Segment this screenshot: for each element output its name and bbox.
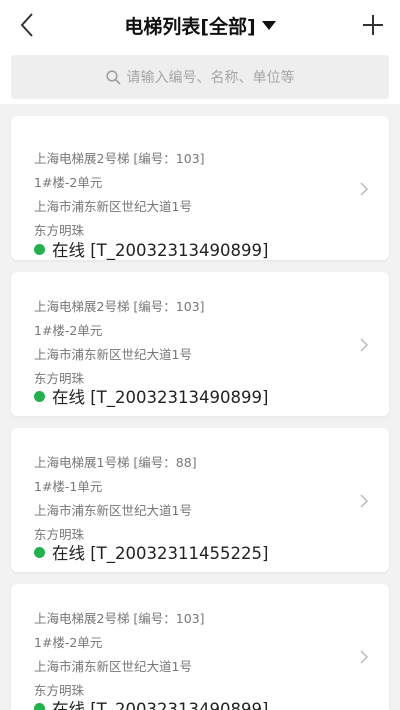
chevron-right-icon: [360, 182, 369, 196]
elevator-unit: 1#楼-1单元: [34, 479, 103, 494]
status-text: 在线 [T_20032313490899]: [52, 241, 269, 260]
elevator-address: 上海市浦东新区世纪大道1号: [34, 199, 192, 214]
online-status-dot: [34, 547, 45, 558]
elevator-card[interactable]: 上海电梯展2号梯 [编号：103] 1#楼-2单元 上海市浦东新区世纪大道1号 …: [11, 272, 389, 416]
elevator-address: 上海市浦东新区世纪大道1号: [34, 347, 192, 362]
elevator-card[interactable]: 上海电梯展2号梯 [编号：103] 1#楼-2单元 上海市浦东新区世纪大道1号 …: [11, 584, 389, 710]
top-bar: 电梯列表[全部] 请输入编号、名称、单位等: [0, 0, 400, 104]
add-button[interactable]: [358, 8, 388, 42]
plus-icon: [363, 15, 383, 35]
elevator-unit: 1#楼-2单元: [34, 175, 103, 190]
elevator-name: 上海电梯展2号梯 [编号：103]: [34, 151, 205, 166]
search-placeholder: 请输入编号、名称、单位等: [126, 70, 295, 86]
elevator-name: 上海电梯展2号梯 [编号：103]: [34, 299, 205, 314]
elevator-status: 在线 [T_20032313490899]: [34, 237, 268, 261]
search-input[interactable]: 请输入编号、名称、单位等: [11, 55, 389, 99]
elevator-unit: 1#楼-2单元: [34, 323, 103, 338]
elevator-name: 上海电梯展1号梯 [编号：88]: [34, 455, 197, 470]
elevator-address: 上海市浦东新区世纪大道1号: [34, 503, 192, 518]
elevator-status: 在线 [T_20032313490899]: [34, 696, 268, 710]
caret-down-icon: [261, 14, 276, 36]
elevator-list: 上海电梯展2号梯 [编号：103] 1#楼-2单元 上海市浦东新区世纪大道1号 …: [0, 104, 400, 710]
search-icon: [105, 69, 121, 85]
page-title-dropdown[interactable]: 电梯列表[全部]: [0, 10, 400, 40]
status-text: 在线 [T_20032313490899]: [52, 700, 269, 710]
online-status-dot: [34, 244, 45, 255]
status-text: 在线 [T_20032311455225]: [52, 544, 269, 563]
elevator-address: 上海市浦东新区世纪大道1号: [34, 659, 192, 674]
elevator-card[interactable]: 上海电梯展1号梯 [编号：88] 1#楼-1单元 上海市浦东新区世纪大道1号 东…: [11, 428, 389, 572]
page-title: 电梯列表[全部]: [124, 15, 256, 38]
elevator-name: 上海电梯展2号梯 [编号：103]: [34, 611, 205, 626]
chevron-right-icon: [360, 650, 369, 664]
chevron-right-icon: [360, 494, 369, 508]
elevator-card[interactable]: 上海电梯展2号梯 [编号：103] 1#楼-2单元 上海市浦东新区世纪大道1号 …: [11, 116, 389, 260]
online-status-dot: [34, 391, 45, 402]
status-text: 在线 [T_20032313490899]: [52, 388, 269, 407]
elevator-status: 在线 [T_20032311455225]: [34, 540, 268, 564]
elevator-status: 在线 [T_20032313490899]: [34, 384, 268, 408]
chevron-right-icon: [360, 338, 369, 352]
elevator-unit: 1#楼-2单元: [34, 635, 103, 650]
online-status-dot: [34, 703, 45, 710]
